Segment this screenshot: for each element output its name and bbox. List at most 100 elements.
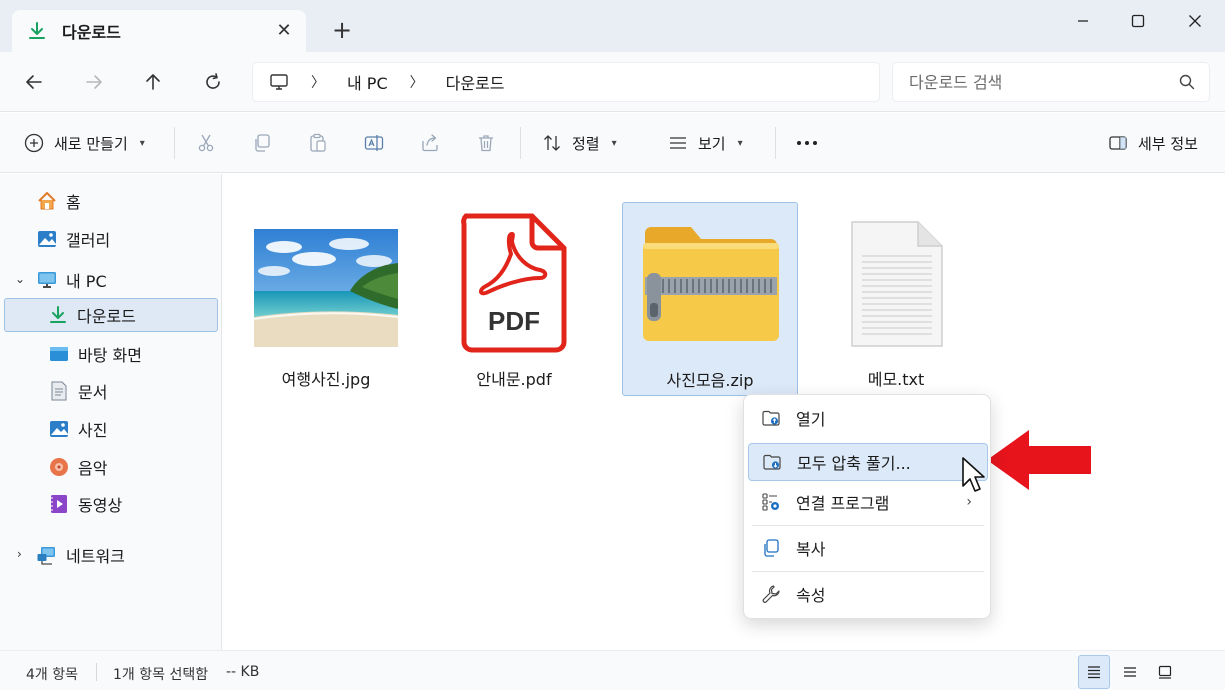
download-icon bbox=[29, 22, 45, 39]
chevron-right-icon[interactable]: 〉 bbox=[410, 72, 424, 92]
new-button[interactable]: 새로 만들기 ▾ bbox=[24, 127, 145, 159]
chevron-right-icon[interactable]: 〉 bbox=[311, 72, 325, 92]
minimize-button[interactable] bbox=[1068, 8, 1098, 34]
new-tab-button[interactable]: + bbox=[328, 16, 356, 44]
sidebar-item-label: 바탕 화면 bbox=[78, 346, 142, 365]
delete-button[interactable] bbox=[476, 127, 496, 159]
sidebar-item-network[interactable]: 네트워크 bbox=[0, 538, 218, 572]
sidebar-item-desktop[interactable]: 바탕 화면 bbox=[0, 337, 218, 371]
file-list-area: 여행사진.jpg PDF 안내문.pdf 사진모음.zip 메모.txt bbox=[223, 174, 1225, 650]
sidebar-item-documents[interactable]: 문서 bbox=[0, 374, 218, 408]
forward-button[interactable] bbox=[78, 66, 110, 98]
title-bar: 다운로드 ✕ + bbox=[0, 0, 1225, 52]
sidebar-item-videos[interactable]: 동영상 bbox=[0, 487, 218, 521]
view-button[interactable]: 보기 ▾ bbox=[668, 127, 743, 159]
menu-item-label: 연결 프로그램 bbox=[796, 494, 890, 513]
maximize-button[interactable] bbox=[1123, 8, 1153, 34]
file-name: 여행사진.jpg bbox=[281, 370, 371, 389]
sidebar-item-this-pc[interactable]: 내 PC bbox=[0, 263, 218, 297]
pictures-icon bbox=[48, 418, 70, 440]
file-item[interactable]: 메모.txt bbox=[808, 202, 984, 396]
gallery-icon bbox=[36, 228, 58, 250]
divider bbox=[520, 127, 521, 159]
extract-icon bbox=[761, 451, 783, 473]
network-icon bbox=[36, 544, 58, 566]
music-icon bbox=[48, 456, 70, 478]
text-file-icon bbox=[851, 221, 943, 347]
monitor-icon bbox=[270, 74, 288, 90]
paste-button[interactable] bbox=[308, 127, 328, 159]
sidebar-item-pictures[interactable]: 사진 bbox=[0, 412, 218, 446]
menu-item-copy[interactable]: 복사 bbox=[748, 529, 988, 567]
file-item-selected[interactable]: 사진모음.zip bbox=[622, 202, 798, 396]
tab-title: 다운로드 bbox=[62, 23, 121, 42]
menu-item-extract-all[interactable]: 모두 압축 풀기... bbox=[748, 443, 988, 481]
open-with-icon bbox=[760, 491, 782, 513]
list-view-button[interactable] bbox=[1114, 655, 1146, 689]
copy-icon bbox=[255, 134, 270, 152]
sidebar-item-music[interactable]: 음악 bbox=[0, 450, 218, 484]
context-menu: 열기 모두 압축 풀기... 연결 프로그램 › 복사 속성 bbox=[743, 394, 991, 619]
chevron-down-icon: ▾ bbox=[737, 137, 743, 149]
scissors-icon bbox=[198, 134, 214, 152]
sidebar-item-downloads[interactable]: 다운로드 bbox=[4, 298, 218, 332]
new-label: 새로 만들기 bbox=[54, 134, 128, 153]
command-bar: 새로 만들기 ▾ 정렬 ▾ 보기 ▾ 세부 정보 bbox=[0, 113, 1225, 173]
item-count: 4개 항목 bbox=[26, 667, 78, 683]
tiles-view-button[interactable] bbox=[1149, 655, 1181, 689]
copy-button[interactable] bbox=[252, 127, 272, 159]
menu-item-open-with[interactable]: 연결 프로그램 › bbox=[748, 483, 988, 521]
details-pane-button[interactable]: 세부 정보 bbox=[1108, 127, 1198, 159]
file-item[interactable]: PDF 안내문.pdf bbox=[426, 202, 602, 396]
video-icon bbox=[48, 493, 70, 515]
close-window-button[interactable] bbox=[1180, 8, 1210, 34]
search-box[interactable] bbox=[892, 62, 1210, 102]
rename-icon bbox=[364, 135, 384, 151]
view-list-icon bbox=[670, 137, 686, 149]
tab-downloads[interactable]: 다운로드 ✕ bbox=[12, 10, 306, 52]
back-button[interactable] bbox=[18, 66, 50, 98]
open-icon bbox=[760, 407, 782, 429]
rename-button[interactable] bbox=[364, 127, 384, 159]
close-tab-icon[interactable]: ✕ bbox=[274, 20, 294, 41]
refresh-button[interactable] bbox=[197, 66, 229, 98]
up-button[interactable] bbox=[137, 66, 169, 98]
breadcrumb-this-pc[interactable]: 내 PC bbox=[347, 70, 388, 94]
menu-item-label: 속성 bbox=[796, 586, 826, 605]
pc-icon bbox=[36, 269, 58, 291]
wrench-icon bbox=[760, 583, 782, 605]
file-item[interactable]: 여행사진.jpg bbox=[238, 202, 414, 396]
share-button[interactable] bbox=[420, 127, 440, 159]
back-arrow-icon bbox=[26, 75, 42, 89]
desktop-icon bbox=[48, 343, 70, 365]
chevron-right-icon: › bbox=[966, 494, 972, 510]
share-icon bbox=[422, 134, 438, 152]
mouse-cursor-icon bbox=[962, 457, 985, 492]
sidebar-item-label: 문서 bbox=[78, 383, 108, 402]
pdf-badge-text: PDF bbox=[488, 306, 540, 336]
sidebar-item-gallery[interactable]: 갤러리 bbox=[0, 222, 218, 256]
document-icon bbox=[48, 380, 70, 402]
file-name: 사진모음.zip bbox=[666, 371, 754, 390]
file-name: 안내문.pdf bbox=[476, 370, 552, 389]
breadcrumb-downloads[interactable]: 다운로드 bbox=[446, 70, 505, 94]
sort-icon bbox=[544, 135, 560, 151]
status-bar: 4개 항목 1개 항목 선택함 -- KB bbox=[0, 650, 1225, 690]
details-view-button[interactable] bbox=[1078, 655, 1110, 689]
details-view-icon bbox=[1088, 666, 1100, 679]
sidebar-item-home[interactable]: 홈 bbox=[0, 184, 218, 218]
zip-folder-icon bbox=[643, 227, 779, 341]
menu-item-properties[interactable]: 속성 bbox=[748, 575, 988, 613]
sort-button[interactable]: 정렬 ▾ bbox=[542, 127, 617, 159]
address-bar[interactable]: 〉 내 PC 〉 다운로드 bbox=[252, 62, 880, 102]
file-explorer-window: 다운로드 ✕ + 〉 내 PC 〉 다운로드 다운로드 검색 새로 만들기 ▾ … bbox=[0, 0, 1225, 690]
up-arrow-icon bbox=[146, 74, 160, 90]
search-icon bbox=[1179, 74, 1195, 90]
menu-item-open[interactable]: 열기 bbox=[748, 399, 988, 437]
cut-button[interactable] bbox=[196, 127, 216, 159]
menu-item-label: 모두 압축 풀기... bbox=[797, 454, 911, 473]
more-options-button[interactable] bbox=[795, 127, 819, 159]
search-input[interactable] bbox=[909, 72, 1159, 92]
divider bbox=[775, 127, 776, 159]
details-pane-icon bbox=[1109, 136, 1127, 150]
